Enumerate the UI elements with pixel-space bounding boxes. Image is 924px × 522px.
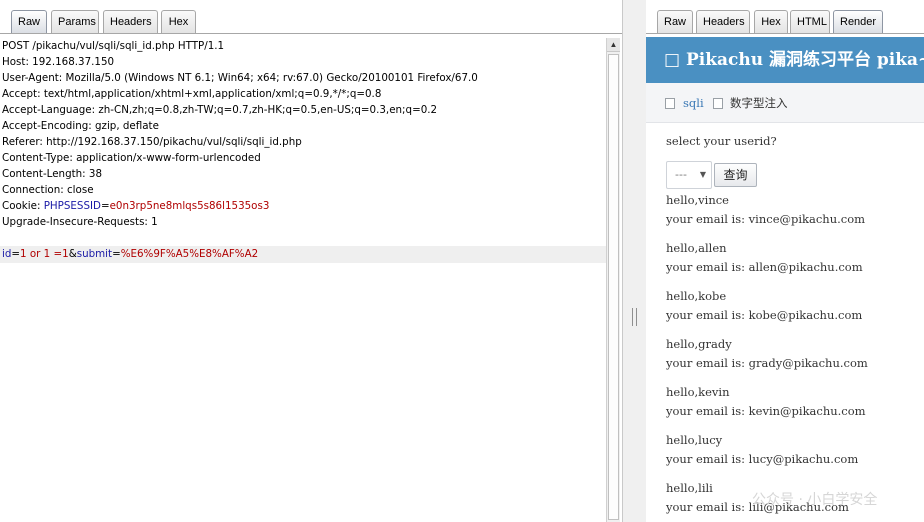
site-title: □ Pikachu 漏洞练习平台 pika~ bbox=[646, 37, 924, 83]
header-accept: Accept: text/html,application/xhtml+xml,… bbox=[2, 88, 382, 100]
result-hello: hello,lucy bbox=[666, 433, 723, 447]
breadcrumb-current: 数字型注入 bbox=[730, 96, 788, 110]
result-email: your email is: kobe@pikachu.com bbox=[666, 308, 863, 322]
result-email: your email is: kevin@pikachu.com bbox=[666, 404, 866, 418]
header-accept-encoding: Accept-Encoding: gzip, deflate bbox=[2, 120, 159, 132]
header-accept-language: Accept-Language: zh-CN,zh;q=0.8,zh-TW;q=… bbox=[2, 104, 438, 116]
scroll-up-arrow-icon[interactable]: ▲ bbox=[607, 38, 620, 52]
result-email: your email is: grady@pikachu.com bbox=[666, 356, 868, 370]
response-pane: Raw Headers Hex HTML Render □ Pikachu 漏洞… bbox=[646, 0, 924, 522]
result-email: your email is: lucy@pikachu.com bbox=[666, 452, 859, 466]
header-referer: Referer: http://192.168.37.150/pikachu/v… bbox=[2, 136, 302, 148]
header-cookie: Cookie: PHPSESSID=e0n3rp5ne8mlqs5s86l153… bbox=[2, 198, 269, 214]
param-submit-value: %E6%9F%A5%E8%AF%A2 bbox=[120, 248, 259, 260]
param-submit-key: submit bbox=[76, 248, 113, 260]
cookie-prefix: Cookie: bbox=[2, 200, 44, 212]
param-id-equals: = bbox=[11, 248, 21, 260]
tab-hex[interactable]: Hex bbox=[161, 10, 196, 34]
result-email: your email is: allen@pikachu.com bbox=[666, 260, 863, 274]
watermark: 公众号 · 小白学安全 bbox=[752, 492, 878, 508]
select-value: --- bbox=[675, 168, 687, 181]
query-button[interactable]: 查询 bbox=[714, 163, 757, 187]
tab-response-raw[interactable]: Raw bbox=[657, 10, 693, 34]
tabbar-divider bbox=[0, 33, 622, 34]
userid-select[interactable]: --- ▼ bbox=[666, 161, 712, 189]
cookie-value: e0n3rp5ne8mlqs5s86l1535os3 bbox=[109, 200, 270, 212]
result-hello: hello,kobe bbox=[666, 289, 727, 303]
param-id-key: id bbox=[2, 248, 12, 260]
param-id-value: 1 or 1 =1 bbox=[20, 248, 69, 260]
cookie-name: PHPSESSID bbox=[43, 200, 101, 212]
response-tabbar: Raw Headers Hex HTML Render bbox=[646, 0, 924, 34]
breadcrumb: sqli 数字型注入 bbox=[646, 83, 924, 123]
result-hello: hello,lili bbox=[666, 481, 713, 495]
header-content-type: Content-Type: application/x-www-form-url… bbox=[2, 152, 261, 164]
header-user-agent: User-Agent: Mozilla/5.0 (Windows NT 6.1;… bbox=[2, 72, 478, 84]
checkbox-icon bbox=[665, 98, 675, 109]
result-hello: hello,allen bbox=[666, 241, 727, 255]
result-hello: hello,kevin bbox=[666, 385, 730, 399]
request-line: POST /pikachu/vul/sqli/sqli_id.php HTTP/… bbox=[2, 40, 225, 52]
checkbox-icon bbox=[713, 98, 723, 109]
param-separator: & bbox=[68, 248, 77, 260]
tab-headers[interactable]: Headers bbox=[103, 10, 158, 34]
tab-params[interactable]: Params bbox=[51, 10, 99, 34]
request-scrollbar[interactable]: ▲ bbox=[606, 38, 620, 522]
request-body-line: id=1 or 1 =1&submit=%E6%9F%A5%E8%AF%A2 bbox=[0, 246, 606, 263]
userid-prompt: select your userid? bbox=[666, 134, 777, 148]
scrollbar-thumb[interactable] bbox=[608, 54, 619, 520]
cookie-equals: = bbox=[100, 200, 110, 212]
result-hello: hello,grady bbox=[666, 337, 732, 351]
chevron-down-icon: ▼ bbox=[699, 170, 706, 179]
pane-splitter[interactable] bbox=[622, 0, 646, 522]
result-hello: hello,vince bbox=[666, 193, 729, 207]
header-content-length: Content-Length: 38 bbox=[2, 168, 103, 180]
request-pane: Raw Params Headers Hex POST /pikachu/vul… bbox=[0, 0, 622, 522]
breadcrumb-sqli-link[interactable]: sqli bbox=[683, 95, 704, 111]
request-tabbar: Raw Params Headers Hex bbox=[0, 0, 622, 34]
tab-response-hex[interactable]: Hex bbox=[754, 10, 788, 34]
request-editor[interactable]: POST /pikachu/vul/sqli/sqli_id.php HTTP/… bbox=[0, 38, 606, 522]
header-upgrade-insecure: Upgrade-Insecure-Requests: 1 bbox=[2, 216, 158, 228]
render-view: □ Pikachu 漏洞练习平台 pika~ sqli 数字型注入 select… bbox=[646, 34, 924, 522]
param-submit-equals: = bbox=[112, 248, 121, 260]
tab-raw[interactable]: Raw bbox=[11, 10, 47, 34]
tab-response-headers[interactable]: Headers bbox=[696, 10, 750, 34]
splitter-grip-icon[interactable] bbox=[632, 308, 637, 326]
tab-response-render[interactable]: Render bbox=[833, 10, 883, 34]
header-host: Host: 192.168.37.150 bbox=[2, 56, 115, 68]
result-email: your email is: vince@pikachu.com bbox=[666, 212, 866, 226]
tab-response-html[interactable]: HTML bbox=[790, 10, 830, 34]
header-connection: Connection: close bbox=[2, 184, 94, 196]
